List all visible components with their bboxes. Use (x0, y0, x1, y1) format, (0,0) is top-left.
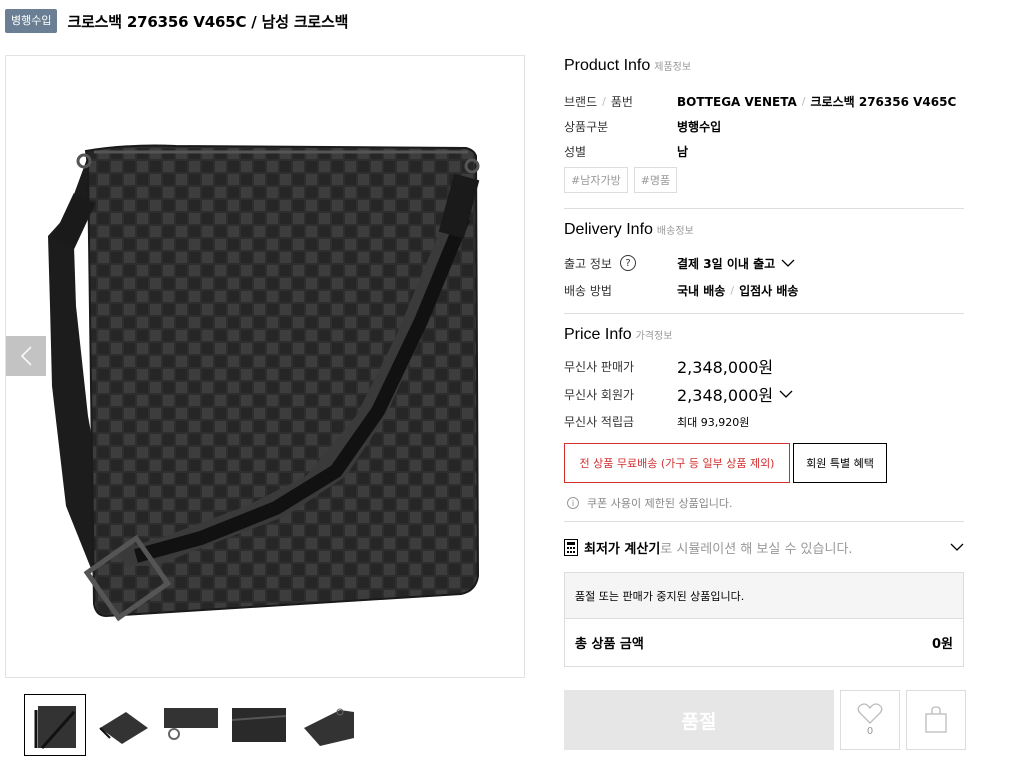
sale-price: 2,348,000원 (677, 358, 774, 377)
product-code: 크로스백 276356 V465C (810, 95, 957, 109)
help-icon[interactable]: ? (619, 255, 636, 271)
thumbnail[interactable] (24, 694, 86, 756)
release-dropdown[interactable]: 결제 3일 이내 출고 (677, 255, 795, 272)
thumbnail-list (24, 694, 358, 756)
shopping-bag-icon (925, 706, 947, 733)
gender-row: 성별 남 (564, 145, 689, 159)
total-row: 총 상품 금액 0원 (565, 619, 963, 666)
coupon-notice: i 쿠폰 사용이 제한된 상품입니다. (564, 495, 964, 511)
category-row: 상품구분 병행수입 (564, 120, 722, 134)
tag-luxury[interactable]: #명품 (633, 167, 678, 193)
total-value: 0원 (931, 637, 953, 652)
chevron-left-icon (20, 346, 32, 366)
calculator-icon (564, 538, 578, 556)
member-price-dropdown[interactable]: 2,348,000원 (677, 382, 793, 406)
chevron-down-icon (779, 390, 793, 398)
action-buttons: 품절 0 (564, 690, 966, 750)
like-count: 0 (866, 726, 874, 737)
import-badge: 병행수입 (5, 9, 58, 33)
brand-row: 브랜드 / 품번 BOTTEGA VENETA / 크로스백 276356 V465C (564, 94, 957, 110)
free-shipping-button[interactable]: 전 상품 무료배송 (가구 등 일부 상품 제외) (564, 443, 790, 483)
sale-price-row: 무신사 판매가 2,348,000원 (564, 352, 964, 380)
delivery-info-title: Delivery Info 배송정보 (564, 221, 694, 238)
points-value: 최대 93,920원 (677, 415, 750, 429)
info-icon: i (567, 497, 579, 509)
prev-image-button[interactable] (6, 336, 46, 376)
thumbnail[interactable] (92, 694, 154, 756)
product-details: Product Info 제품정보 브랜드 / 품번 BOTTEGA VENETA / 크… (564, 55, 964, 667)
tag-mens-bag[interactable]: #남자가방 (564, 167, 628, 193)
tag-list: #남자가방 #명품 (564, 167, 964, 193)
brand-link[interactable]: BOTTEGA VENETA (677, 95, 797, 109)
lowest-price-calculator[interactable]: 최저가 계산기 로 시뮬레이션 해 보실 수 있습니다. (564, 522, 964, 572)
cart-button[interactable] (906, 690, 966, 750)
member-benefit-button[interactable]: 회원 특별 혜택 (793, 443, 887, 483)
thumbnail[interactable] (296, 694, 358, 756)
like-button[interactable]: 0 (840, 690, 900, 750)
order-summary: 품절 또는 판매가 중지된 상품입니다. 총 상품 금액 0원 (564, 572, 964, 667)
sold-out-message: 품절 또는 판매가 중지된 상품입니다. (565, 573, 963, 619)
product-title: 크로스백 276356 V465C / 남성 크로스백 (67, 12, 349, 31)
chevron-down-icon (781, 259, 795, 267)
heart-icon (857, 703, 883, 724)
release-row: 출고 정보? 결제 3일 이내 출고 (564, 249, 964, 277)
member-price-row: 무신사 회원가 2,348,000원 (564, 380, 964, 408)
chevron-down-icon (950, 543, 964, 551)
shipping-method-row: 배송 방법 국내 배송 / 입점사 배송 (564, 283, 799, 298)
product-info-title: Product Info 제품정보 (564, 57, 692, 74)
thumbnail[interactable] (228, 694, 290, 756)
product-header: 병행수입 크로스백 276356 V465C / 남성 크로스백 (5, 8, 348, 34)
main-product-image (5, 55, 525, 678)
bag-image (48, 144, 480, 622)
points-row: 무신사 적립금 최대 93,920원 (564, 415, 750, 429)
thumbnail[interactable] (160, 694, 222, 756)
benefit-buttons: 전 상품 무료배송 (가구 등 일부 상품 제외) 회원 특별 혜택 (564, 443, 964, 483)
soldout-button[interactable]: 품절 (564, 690, 834, 750)
price-info-title: Price Info 가격정보 (564, 326, 673, 343)
